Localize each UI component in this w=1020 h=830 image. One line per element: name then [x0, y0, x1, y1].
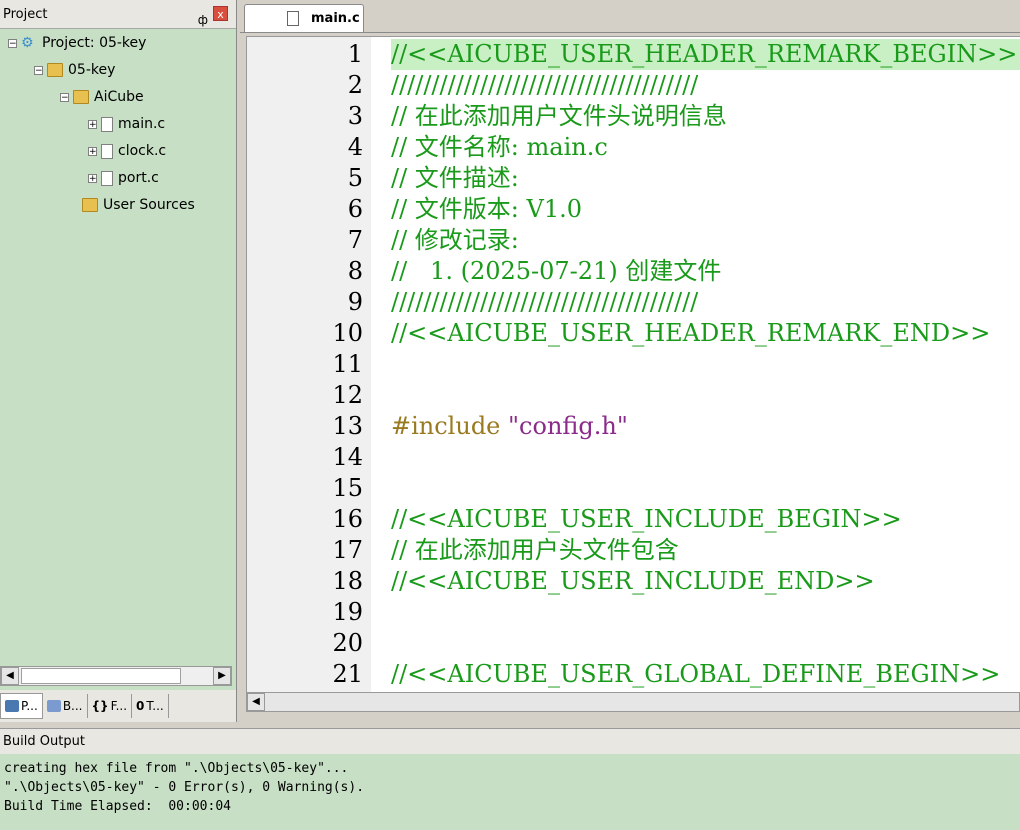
- scroll-left-icon[interactable]: ◀: [1, 667, 19, 685]
- code-text: // 文件名称: main.c: [391, 133, 608, 161]
- tree-item[interactable]: + main.c: [88, 113, 165, 135]
- close-icon[interactable]: x: [213, 6, 228, 21]
- collapse-icon[interactable]: −: [34, 65, 43, 75]
- tree-item-label: Project: 05-key: [42, 35, 147, 51]
- tree-item[interactable]: − AiCube: [60, 86, 144, 108]
- code-line: #include "config.h": [247, 411, 1020, 442]
- panel-tab[interactable]: 0 T...: [132, 694, 169, 718]
- expand-icon[interactable]: +: [88, 119, 97, 129]
- collapse-icon[interactable]: −: [8, 38, 17, 48]
- scroll-thumb[interactable]: [21, 668, 181, 684]
- code-text: //<<AICUBE_USER_HEADER_REMARK_BEGIN>>: [391, 40, 1018, 68]
- code-line: // 修改记录:: [247, 225, 1020, 256]
- code-line: //<<AICUBE_USER_INCLUDE_END>>: [247, 566, 1020, 597]
- code-line: //////////////////////////////////////: [247, 287, 1020, 318]
- code-text: //<<AICUBE_USER_INCLUDE_BEGIN>>: [391, 505, 902, 533]
- code-text: // 文件描述:: [391, 164, 519, 192]
- code-line: //<<AICUBE_USER_GLOBAL_DEFINE_BEGIN>>: [247, 659, 1020, 690]
- build-output-line: ".\Objects\05-key" - 0 Error(s), 0 Warni…: [4, 780, 365, 795]
- tree-item-label: clock.c: [118, 143, 167, 159]
- code-text: #include: [391, 412, 501, 440]
- code-text: // 在此添加用户头文件包含: [391, 536, 679, 564]
- panel-tab[interactable]: B...: [43, 694, 88, 718]
- build-output-text: creating hex file from ".\Objects\05-key…: [0, 754, 1020, 830]
- build-output-line: Build Time Elapsed: 00:00:04: [4, 799, 231, 814]
- code-string: "config.h": [500, 412, 628, 440]
- code-line: // 文件版本: V1.0: [247, 194, 1020, 225]
- code-text: //////////////////////////////////////: [391, 288, 699, 316]
- folder-icon: [82, 198, 98, 212]
- code-text: // 文件版本: V1.0: [391, 195, 583, 223]
- code-line: //<<AICUBE_USER_INCLUDE_BEGIN>>: [247, 504, 1020, 535]
- code-editor[interactable]: 1 2 3 4 5 6 7 8 9 10 11 12 13 14 15 16 17 18 19 20 21 //<<AI…: [246, 36, 1020, 694]
- code-text: // 修改记录:: [391, 226, 519, 254]
- tree-item-label: AiCube: [94, 89, 144, 105]
- tree-item[interactable]: + port.c: [88, 167, 159, 189]
- tree-item[interactable]: − 05-key: [34, 59, 115, 81]
- code-text: //<<AICUBE_USER_INCLUDE_END>>: [391, 567, 875, 595]
- code-line: // 在此添加用户文件头说明信息: [247, 101, 1020, 132]
- tab-label: main.c: [311, 11, 360, 26]
- code-text: // 1. (2025-07-21) 创建文件: [391, 257, 722, 285]
- build-output-line: creating hex file from ".\Objects\05-key…: [4, 761, 349, 776]
- code-text: //<<AICUBE_USER_HEADER_REMARK_END>>: [391, 319, 991, 347]
- tree-item-label: User Sources: [103, 197, 195, 213]
- build-output-title: Build Output: [0, 728, 1020, 754]
- project-panel: Project ф x − ⚙ Project: 05-key −05-key − AiC…: [0, 0, 237, 722]
- file-icon: [101, 170, 113, 186]
- expand-icon[interactable]: +: [88, 173, 97, 183]
- panel-tab-label: P...: [21, 699, 38, 713]
- file-icon: [101, 116, 113, 132]
- file-icon: [101, 143, 113, 159]
- project-tab-icon: [5, 700, 19, 712]
- tree-item-label: main.c: [118, 116, 166, 132]
- code-line: // 文件描述:: [247, 163, 1020, 194]
- code-line: //<<AICUBE_USER_HEADER_REMARK_BEGIN>>: [247, 39, 1020, 70]
- panel-tab-label: T...: [146, 699, 164, 713]
- project-tree: − ⚙ Project: 05-key −05-key − AiCube + main.c + c…: [0, 30, 234, 664]
- tree-item[interactable]: User Sources: [82, 194, 195, 216]
- scroll-left-icon[interactable]: ◀: [247, 693, 265, 711]
- code-line: //<<AICUBE_USER_HEADER_REMARK_END>>: [247, 318, 1020, 349]
- project-horizontal-scrollbar[interactable]: ◀ ▶: [0, 666, 232, 686]
- code-text: // 在此添加用户文件头说明信息: [391, 102, 727, 130]
- expand-icon[interactable]: +: [88, 146, 97, 156]
- panel-tab[interactable]: P...: [0, 693, 43, 719]
- panel-tab[interactable]: {} F...: [88, 694, 133, 718]
- code-line: // 1. (2025-07-21) 创建文件: [247, 256, 1020, 287]
- books-tab-icon: [46, 700, 61, 712]
- code-line: // 在此添加用户头文件包含: [247, 535, 1020, 566]
- code-line: // 文件名称: main.c: [247, 132, 1020, 163]
- code-text: //////////////////////////////////////: [391, 71, 699, 99]
- tree-item-label: 05-key: [68, 62, 116, 78]
- tree-item[interactable]: − ⚙ Project: 05-key: [8, 32, 146, 54]
- tree-item-label: port.c: [118, 170, 159, 186]
- tree-item[interactable]: + clock.c: [88, 140, 166, 162]
- editor-horizontal-scrollbar[interactable]: ◀: [246, 692, 1020, 712]
- file-icon: [287, 11, 299, 26]
- code-line: //////////////////////////////////////: [247, 70, 1020, 101]
- panel-tab-label: F...: [110, 699, 128, 713]
- functions-tab-icon: {}: [91, 699, 109, 713]
- target-folder-icon: [47, 63, 63, 77]
- panel-tab-label: B...: [62, 699, 83, 713]
- project-panel-title: Project ф x: [0, 0, 236, 29]
- scroll-right-icon[interactable]: ▶: [213, 667, 231, 685]
- tab-main-c[interactable]: main.c: [244, 4, 364, 32]
- code-text: //<<AICUBE_USER_GLOBAL_DEFINE_BEGIN>>: [391, 660, 1001, 688]
- project-gear-icon: ⚙: [21, 35, 34, 51]
- project-title-text: Project: [3, 7, 48, 22]
- project-panel-tabs: P... B...{} F... 0 T...: [0, 690, 236, 722]
- templates-tab-icon: 0: [136, 699, 145, 713]
- editor-tab-bar: main.c: [240, 0, 1020, 33]
- collapse-icon[interactable]: −: [60, 92, 69, 102]
- folder-open-icon: [73, 90, 89, 104]
